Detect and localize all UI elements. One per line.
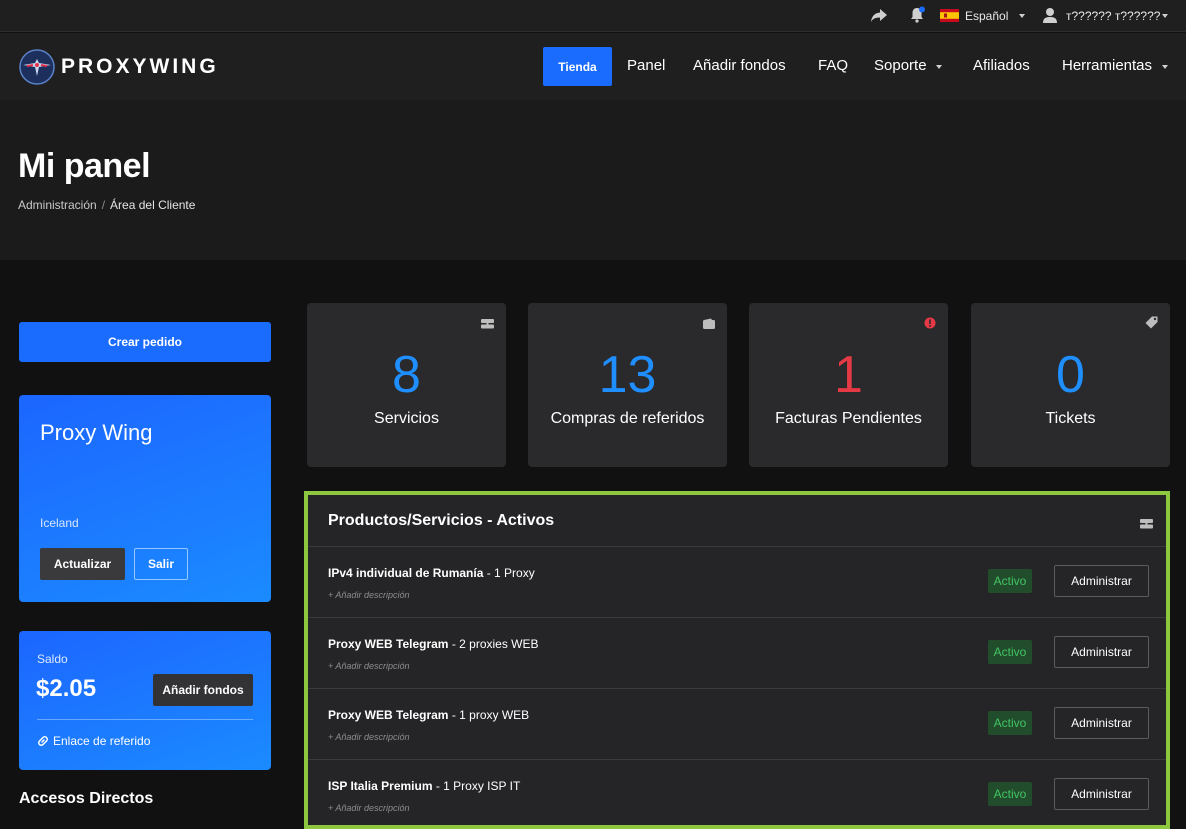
panel-header: Productos/Servicios - Activos [308, 495, 1166, 547]
page-title: Mi panel [18, 147, 151, 185]
product-row[interactable]: ISP Italia Premium - 1 Proxy ISP IT + Añ… [308, 760, 1166, 829]
nav-item-faq[interactable]: FAQ [818, 57, 848, 74]
tag-icon [1145, 316, 1158, 334]
top-utility-bar: Español т?????? т?????? [0, 0, 1186, 32]
status-badge: Activo [988, 640, 1032, 664]
balance-label: Saldo [37, 652, 68, 666]
breadcrumb: Administración / Área del Cliente [18, 198, 196, 212]
spain-flag-icon[interactable] [940, 9, 959, 27]
add-description-link[interactable]: + Añadir descripción [328, 590, 409, 600]
manage-button[interactable]: Administrar [1054, 565, 1149, 597]
product-name: Proxy WEB Telegram - 2 proxies WEB [328, 637, 539, 651]
stat-label: Tickets [1045, 410, 1096, 427]
product-row[interactable]: IPv4 individual de Rumanía - 1 Proxy + A… [308, 547, 1166, 618]
add-description-link[interactable]: + Añadir descripción [328, 661, 409, 671]
stat-tile-pending-invoices[interactable]: 1 Facturas Pendientes [749, 303, 948, 467]
stat-label: Servicios [374, 410, 439, 427]
chevron-down-icon [1019, 14, 1025, 18]
add-description-link[interactable]: + Añadir descripción [328, 803, 409, 813]
referral-link[interactable]: Enlace de referido [37, 734, 150, 748]
balance-amount: $2.05 [36, 675, 97, 702]
brand-name: PROXYWING [61, 55, 219, 78]
product-name: Proxy WEB Telegram - 1 proxy WEB [328, 708, 530, 722]
status-badge: Activo [988, 569, 1032, 593]
nav-item-add-funds[interactable]: Añadir fondos [693, 57, 786, 74]
stat-tile-referral-purchases[interactable]: 13 Compras de referidos [528, 303, 727, 467]
stat-value: 13 [598, 346, 657, 404]
create-order-button[interactable]: Crear pedido [19, 322, 271, 362]
server-icon [481, 316, 494, 334]
logout-button[interactable]: Salir [134, 548, 188, 580]
profile-card: Proxy Wing Iceland Actualizar Salir [19, 395, 271, 602]
update-profile-button[interactable]: Actualizar [40, 548, 125, 580]
main-navbar: PROXYWING Tienda Panel Añadir fondos FAQ… [0, 33, 1186, 100]
language-selector[interactable]: Español [965, 9, 1008, 23]
user-icon[interactable] [1042, 7, 1058, 29]
breadcrumb-item-current: Área del Cliente [110, 198, 196, 212]
referral-link-label: Enlace de referido [53, 734, 151, 748]
wallet-icon [703, 316, 715, 334]
chevron-down-icon [1162, 65, 1168, 69]
logo-emblem-icon [19, 49, 55, 85]
server-icon [1140, 516, 1153, 534]
product-name: ISP Italia Premium - 1 Proxy ISP IT [328, 779, 521, 793]
bell-icon[interactable] [908, 6, 926, 29]
chevron-down-icon [936, 65, 942, 69]
profile-name: Proxy Wing [40, 420, 153, 445]
product-row[interactable]: Proxy WEB Telegram - 2 proxies WEB + Aña… [308, 618, 1166, 689]
add-funds-button[interactable]: Añadir fondos [153, 674, 253, 706]
panel-title: Productos/Servicios - Activos [328, 512, 555, 529]
product-row[interactable]: Proxy WEB Telegram - 1 proxy WEB + Añadi… [308, 689, 1166, 760]
nav-item-affiliates[interactable]: Afiliados [973, 57, 1030, 74]
nav-item-panel[interactable]: Panel [627, 57, 665, 74]
stat-value: 0 [1056, 346, 1085, 404]
nav-item-support[interactable]: Soporte [874, 57, 927, 74]
balance-card: Saldo $2.05 Añadir fondos Enlace de refe… [19, 631, 271, 770]
stat-label: Facturas Pendientes [775, 410, 922, 427]
link-icon [38, 736, 48, 746]
nav-item-tienda[interactable]: Tienda [543, 47, 612, 86]
shortcuts-title: Accesos Directos [19, 790, 154, 807]
breadcrumb-item-admin[interactable]: Administración [18, 198, 97, 212]
nav-item-tools[interactable]: Herramientas [1062, 57, 1152, 74]
user-menu[interactable]: т?????? т?????? [1066, 9, 1160, 23]
stat-tile-services[interactable]: 8 Servicios [307, 303, 506, 467]
brand-logo[interactable]: PROXYWING [19, 48, 219, 86]
stat-label: Compras de referidos [550, 410, 705, 427]
manage-button[interactable]: Administrar [1054, 636, 1149, 668]
stat-tile-tickets[interactable]: 0 Tickets [971, 303, 1170, 467]
divider [37, 719, 253, 720]
chevron-down-icon [1162, 14, 1168, 18]
share-icon[interactable] [870, 8, 888, 29]
manage-button[interactable]: Administrar [1054, 707, 1149, 739]
stat-value: 1 [834, 346, 863, 404]
add-description-link[interactable]: + Añadir descripción [328, 732, 409, 742]
stat-value: 8 [392, 346, 421, 404]
manage-button[interactable]: Administrar [1054, 778, 1149, 810]
status-badge: Activo [988, 782, 1032, 806]
alert-icon [924, 316, 936, 334]
page-header: Mi panel Administración / Área del Cliente [0, 100, 1186, 260]
status-badge: Activo [988, 711, 1032, 735]
active-products-panel: Productos/Servicios - Activos IPv4 indiv… [304, 491, 1170, 829]
profile-location: Iceland [40, 516, 79, 530]
product-name: IPv4 individual de Rumanía - 1 Proxy [328, 566, 535, 580]
